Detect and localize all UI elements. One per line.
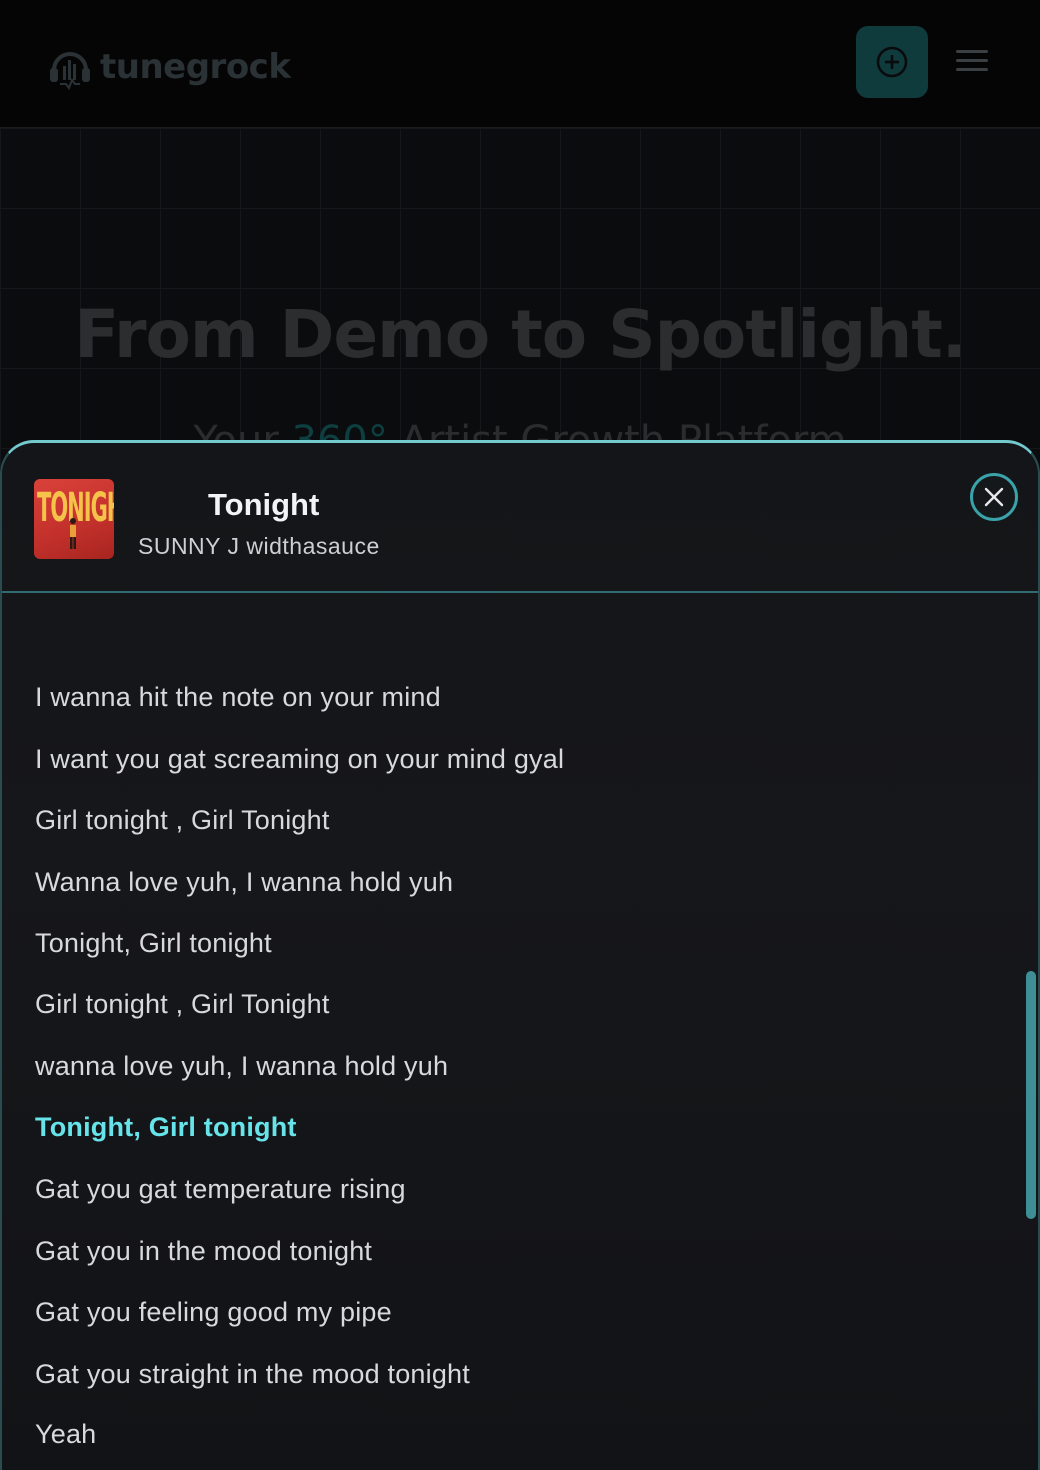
album-cover: TONIGHT (34, 479, 114, 559)
lyrics-list[interactable]: I wanna hit the note on your mind I want… (2, 593, 1038, 1470)
close-icon (984, 487, 1004, 507)
plus-circle-icon (876, 46, 908, 78)
lyric-line[interactable]: Gat you straight in the mood tonight (35, 1359, 470, 1390)
hero-title: From Demo to Spotlight. (74, 296, 967, 373)
logo-text: tunegrock (100, 47, 291, 87)
hamburger-icon-line (956, 68, 988, 71)
song-title: Tonight (208, 487, 320, 522)
lyric-line[interactable]: Tonight, Girl tonight (35, 928, 272, 959)
lyric-line[interactable]: Yeah (35, 1419, 96, 1450)
hero-section: From Demo to Spotlight. Your 360° Artist… (0, 128, 1040, 468)
logo[interactable]: tunegrock (48, 44, 291, 90)
close-button[interactable] (970, 473, 1018, 521)
hamburger-icon-line (956, 59, 988, 62)
cover-figure-icon (70, 518, 76, 549)
lyric-line[interactable]: Gat you feeling good my pipe (35, 1297, 392, 1328)
lyric-line[interactable]: I want you gat screaming on your mind gy… (35, 744, 564, 775)
logo-icon (50, 52, 90, 90)
lyric-line[interactable]: Gat you in the mood tonight (35, 1236, 372, 1267)
lyric-line[interactable]: Girl tonight , Girl Tonight (35, 989, 330, 1020)
lyric-line[interactable]: wanna love yuh, I wanna hold yuh (35, 1051, 448, 1082)
lyric-line-active[interactable]: Tonight, Girl tonight (35, 1112, 297, 1143)
top-navigation-bar: tunegrock (0, 0, 1040, 128)
hamburger-icon (956, 50, 988, 53)
sheet-header: TONIGHT Tonight SUNNY J widthasauce (2, 443, 1038, 593)
scrollbar-thumb[interactable] (1026, 971, 1036, 1219)
add-button[interactable] (856, 26, 928, 98)
menu-button[interactable] (956, 50, 988, 76)
lyrics-sheet: TONIGHT Tonight SUNNY J widthasauce I wa… (0, 440, 1040, 1470)
lyric-line[interactable]: I wanna hit the note on your mind (35, 682, 441, 713)
lyric-line[interactable]: Gat you gat temperature rising (35, 1174, 406, 1205)
lyric-line[interactable]: Girl tonight , Girl Tonight (35, 805, 330, 836)
lyric-line[interactable]: Wanna love yuh, I wanna hold yuh (35, 867, 453, 898)
song-artist: SUNNY J widthasauce (138, 533, 380, 559)
